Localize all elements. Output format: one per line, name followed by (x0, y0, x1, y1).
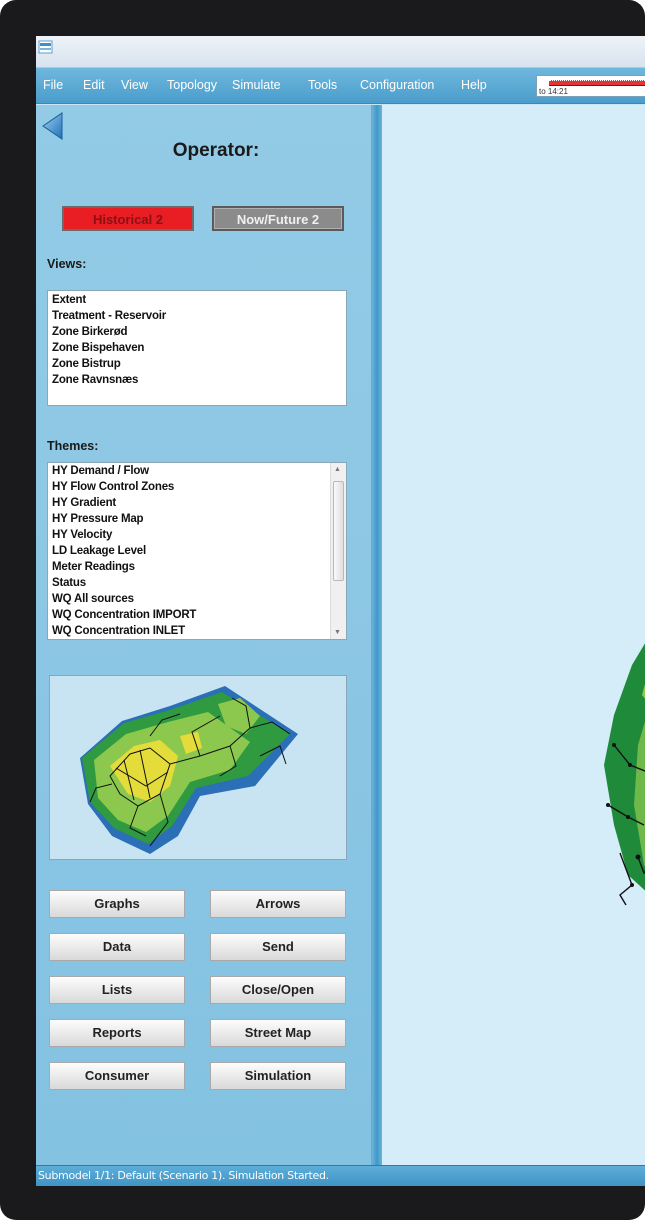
panel-title: Operator: (172, 140, 260, 161)
send-button[interactable]: Send (210, 933, 346, 961)
timeline-label: to 14:21 (539, 87, 568, 96)
view-item-zone-bispehaven[interactable]: Zone Bispehaven (48, 340, 346, 356)
operator-panel: Operator: Historical 2 Now/Future 2 View… (36, 105, 372, 1165)
close-open-button[interactable]: Close/Open (210, 976, 346, 1004)
themes-scrollbar[interactable]: ▲ ▼ (330, 463, 346, 639)
view-item-zone-birkerod[interactable]: Zone Birkerød (48, 324, 346, 340)
view-item-treatment-reservoir[interactable]: Treatment - Reservoir (48, 308, 346, 324)
menu-tools[interactable]: Tools (308, 78, 337, 92)
theme-item[interactable]: HY Pressure Map (48, 511, 346, 527)
now-future-button[interactable]: Now/Future 2 (212, 206, 344, 231)
scroll-up-icon[interactable]: ▲ (334, 466, 341, 473)
timeline-axis (549, 85, 645, 86)
theme-item[interactable]: WQ Concentration INLET (48, 623, 346, 639)
themes-list[interactable]: HY Demand / Flow HY Flow Control Zones H… (47, 462, 347, 640)
theme-item[interactable]: HY Gradient (48, 495, 346, 511)
menu-simulate[interactable]: Simulate (232, 78, 281, 92)
street-map-button[interactable]: Street Map (210, 1019, 346, 1047)
menu-file[interactable]: File (43, 78, 63, 92)
view-item-extent[interactable]: Extent (48, 292, 346, 308)
arrows-button[interactable]: Arrows (210, 890, 346, 918)
consumer-button[interactable]: Consumer (49, 1062, 185, 1090)
theme-item[interactable]: Status (48, 575, 346, 591)
scroll-down-icon[interactable]: ▼ (334, 629, 341, 636)
data-button[interactable]: Data (49, 933, 185, 961)
theme-item[interactable]: Meter Readings (48, 559, 346, 575)
title-bar (36, 36, 645, 68)
reports-button[interactable]: Reports (49, 1019, 185, 1047)
menu-edit[interactable]: Edit (83, 78, 105, 92)
application-window: File Edit View Topology Simulate Tools C… (36, 36, 645, 1200)
overview-map[interactable] (49, 675, 347, 860)
theme-item[interactable]: WQ All sources (48, 591, 346, 607)
view-item-zone-ravnsnaes[interactable]: Zone Ravnsnæs (48, 372, 346, 388)
simulation-button[interactable]: Simulation (210, 1062, 346, 1090)
themes-label: Themes: (47, 439, 99, 453)
theme-item[interactable]: HY Demand / Flow (48, 463, 346, 479)
status-bar: Submodel 1/1: Default (Scenario 1). Simu… (36, 1165, 645, 1186)
view-item-zone-bistrup[interactable]: Zone Bistrup (48, 356, 346, 372)
status-text: Submodel 1/1: Default (Scenario 1). Simu… (38, 1169, 329, 1182)
scroll-thumb[interactable] (333, 481, 344, 581)
graphs-button[interactable]: Graphs (49, 890, 185, 918)
window-bottom-edge (36, 1186, 645, 1200)
menu-configuration[interactable]: Configuration (360, 78, 434, 92)
theme-item[interactable]: HY Velocity (48, 527, 346, 543)
panel-splitter[interactable] (372, 105, 382, 1165)
app-icon (38, 40, 53, 54)
lists-button[interactable]: Lists (49, 976, 185, 1004)
menu-bar: File Edit View Topology Simulate Tools C… (36, 68, 645, 104)
main-map-view[interactable] (382, 105, 645, 1165)
theme-item[interactable]: HY Flow Control Zones (48, 479, 346, 495)
network-map-graphic (604, 643, 645, 906)
historical-button[interactable]: Historical 2 (62, 206, 194, 231)
menu-view[interactable]: View (121, 78, 148, 92)
views-label: Views: (47, 257, 87, 271)
simulation-timeline[interactable]: to 14:21 (536, 75, 645, 97)
menu-topology[interactable]: Topology (167, 78, 217, 92)
back-arrow-icon[interactable] (40, 111, 66, 141)
theme-item[interactable]: WQ Concentration IMPORT (48, 607, 346, 623)
theme-item[interactable]: LD Leakage Level (48, 543, 346, 559)
overview-map-graphic (80, 686, 298, 854)
views-list[interactable]: Extent Treatment - Reservoir Zone Birker… (47, 290, 347, 406)
menu-help[interactable]: Help (461, 78, 487, 92)
